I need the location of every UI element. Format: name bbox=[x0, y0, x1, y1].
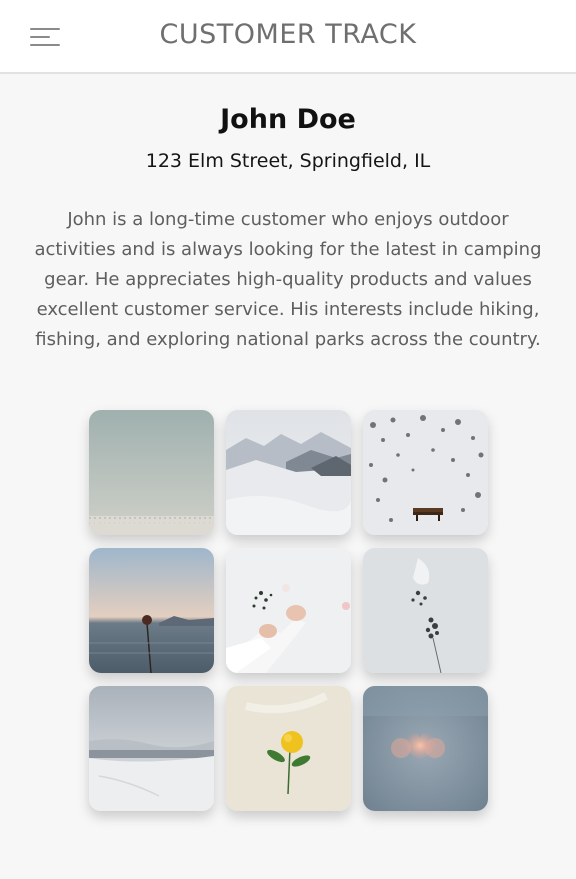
customer-bio: John is a long-time customer who enjoys … bbox=[34, 209, 542, 350]
yellow-flower-on-cream-photo bbox=[226, 686, 351, 811]
snowy-mountain-ridge-photo bbox=[226, 410, 351, 535]
gallery-photo-4[interactable] bbox=[89, 548, 214, 673]
gallery-photo-8[interactable] bbox=[226, 686, 351, 811]
customer-name: John Doe bbox=[220, 104, 356, 135]
photo-gallery bbox=[89, 410, 488, 811]
dried-flower-on-white-photo bbox=[363, 548, 488, 673]
gallery-photo-1[interactable] bbox=[89, 410, 214, 535]
snow-covered-bench-photo bbox=[363, 410, 488, 535]
gallery-photo-5[interactable] bbox=[226, 548, 351, 673]
sunset-water-flower-photo bbox=[89, 548, 214, 673]
gallery-photo-2[interactable] bbox=[226, 410, 351, 535]
app-header: CUSTOMER TRACK bbox=[0, 0, 576, 74]
app-title: CUSTOMER TRACK bbox=[159, 19, 417, 50]
gallery-photo-3[interactable] bbox=[363, 410, 488, 535]
customer-address: 123 Elm Street, Springfield, IL bbox=[145, 150, 431, 172]
gallery-photo-6[interactable] bbox=[363, 548, 488, 673]
snowy-beach-landscape-photo bbox=[89, 686, 214, 811]
gallery-photo-9[interactable] bbox=[363, 686, 488, 811]
hands-holding-dried-flowers-photo bbox=[226, 548, 351, 673]
blurred-heart-bokeh-photo bbox=[363, 686, 488, 811]
misty-sea-horizon-photo bbox=[89, 410, 214, 535]
gallery-photo-7[interactable] bbox=[89, 686, 214, 811]
